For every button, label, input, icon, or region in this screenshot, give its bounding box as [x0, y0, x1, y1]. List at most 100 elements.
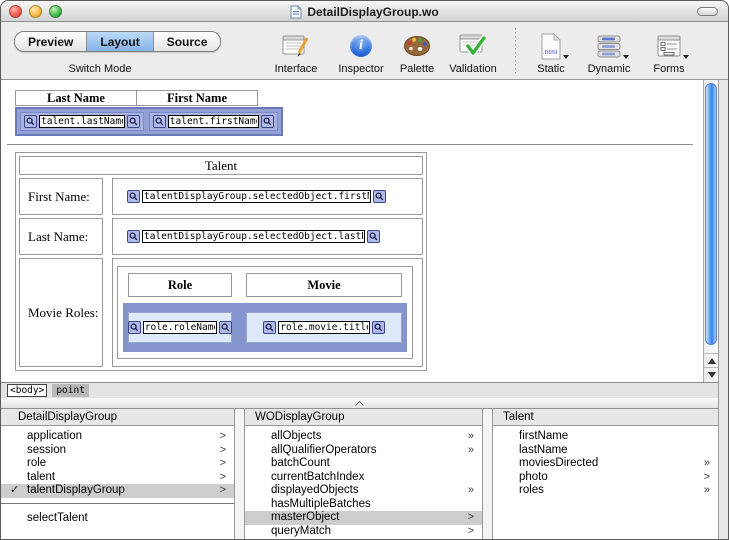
- list-item[interactable]: photo >: [493, 471, 718, 485]
- list-item[interactable]: session >: [1, 444, 234, 458]
- wostring-end-icon[interactable]: [371, 321, 385, 334]
- key-list: application > session > role > talent > ✓ tal…: [1, 426, 234, 525]
- wostring-start-icon[interactable]: [263, 321, 277, 334]
- list-item[interactable]: lastName: [493, 444, 718, 458]
- dynamic-elements-button[interactable]: Dynamic: [576, 26, 642, 78]
- svg-text:.html: .html: [543, 49, 558, 56]
- chevron-right-icon: >: [467, 511, 474, 523]
- wostring-start-icon[interactable]: [24, 115, 37, 128]
- binding-field[interactable]: [167, 115, 260, 128]
- list-item[interactable]: roles»: [493, 484, 718, 498]
- title-bar[interactable]: DetailDisplayGroup.wo: [1, 1, 728, 22]
- list-item[interactable]: role >: [1, 457, 234, 471]
- binding-field[interactable]: [142, 230, 366, 243]
- wostring-start-icon[interactable]: [127, 321, 141, 334]
- path-cursor-indicator[interactable]: point: [52, 384, 89, 397]
- column-header[interactable]: Last Name: [15, 90, 137, 106]
- key-list: firstName lastName moviesDirected» photo…: [493, 426, 718, 498]
- chevron-right-icon: >: [219, 470, 226, 483]
- toolbar-toggle-button[interactable]: [697, 7, 718, 16]
- dropdown-arrow-icon: [563, 55, 569, 59]
- wotextfield-start-icon[interactable]: [127, 190, 140, 203]
- forms-elements-button[interactable]: Forms: [642, 26, 696, 78]
- column-header[interactable]: Movie: [246, 273, 402, 297]
- interface-button[interactable]: Interface: [263, 26, 329, 78]
- roles-nested-table: Role Movie: [117, 266, 413, 359]
- list-item[interactable]: allObjects»: [245, 430, 482, 444]
- segment-preview[interactable]: Preview: [15, 32, 88, 51]
- editor-scrollbar[interactable]: [703, 80, 719, 382]
- column-header[interactable]: First Name: [136, 90, 258, 106]
- list-item[interactable]: hasMultipleBatches: [245, 498, 482, 512]
- chevron-right-icon: >: [219, 430, 226, 442]
- binding-cell[interactable]: [112, 218, 423, 255]
- field-label[interactable]: Last Name:: [19, 218, 103, 255]
- table-title[interactable]: Talent: [19, 156, 423, 175]
- list-item[interactable]: allQualifierOperators»: [245, 444, 482, 458]
- wostring-end-icon[interactable]: [219, 321, 233, 334]
- chevron-right-icon: >: [219, 484, 226, 496]
- validation-button[interactable]: Validation: [441, 26, 505, 78]
- form-row: First Name:: [19, 178, 423, 215]
- binding-field[interactable]: [142, 190, 371, 203]
- field-label[interactable]: First Name:: [19, 178, 103, 215]
- list-item[interactable]: displayedObjects»: [245, 484, 482, 498]
- scroll-up-button[interactable]: [704, 353, 719, 367]
- list-item-selected[interactable]: masterObject >: [245, 511, 482, 525]
- binding-cell[interactable]: [112, 178, 423, 215]
- segment-source[interactable]: Source: [154, 32, 221, 51]
- segment-layout[interactable]: Layout: [87, 32, 154, 51]
- panel-splitter[interactable]: [1, 398, 718, 409]
- column-divider[interactable]: [482, 409, 493, 539]
- layout-editor-canvas[interactable]: Last Name First Name Talent: [1, 80, 703, 382]
- movie-roles-cell[interactable]: Role Movie: [112, 258, 423, 367]
- list-item[interactable]: moviesDirected»: [493, 457, 718, 471]
- wotextfield-end-icon[interactable]: [372, 190, 386, 203]
- list-item[interactable]: firstName: [493, 430, 718, 444]
- binding-field[interactable]: [278, 321, 370, 334]
- binding-cell[interactable]: [148, 112, 279, 131]
- browser-column-entity: Talent firstName lastName moviesDirected…: [493, 409, 718, 539]
- selected-repetition-row[interactable]: [123, 303, 407, 352]
- artist-palette-icon: [403, 31, 431, 61]
- wostring-end-icon[interactable]: [126, 115, 140, 128]
- field-label[interactable]: Movie Roles:: [19, 258, 103, 367]
- key-list: allObjects» allQualifierOperators» batch…: [245, 426, 482, 538]
- list-item[interactable]: currentBatchIndex: [245, 471, 482, 485]
- inspector-button[interactable]: i Inspector: [329, 26, 393, 78]
- column-title: Talent: [493, 409, 718, 426]
- binding-cell[interactable]: [246, 312, 402, 343]
- list-item-selected[interactable]: ✓ talentDisplayGroup >: [1, 484, 234, 498]
- up-arrow-icon: [707, 357, 716, 364]
- list-item[interactable]: talent >: [1, 471, 234, 485]
- form-window-icon: [656, 31, 689, 61]
- binding-field[interactable]: [39, 115, 125, 128]
- scroll-down-button[interactable]: [704, 367, 719, 381]
- list-item[interactable]: application >: [1, 430, 234, 444]
- static-elements-button[interactable]: .html Static: [526, 26, 576, 78]
- binding-field[interactable]: [142, 321, 218, 334]
- chevron-right-icon: >: [703, 470, 710, 483]
- double-chevron-icon: »: [703, 484, 710, 496]
- list-item[interactable]: batchCount: [245, 457, 482, 471]
- column-title: DetailDisplayGroup: [1, 409, 234, 426]
- wostring-start-icon[interactable]: [152, 115, 166, 128]
- list-item[interactable]: selectTalent: [1, 512, 234, 526]
- column-header[interactable]: Role: [128, 273, 232, 297]
- wotextfield-end-icon[interactable]: [367, 230, 381, 243]
- info-circle-icon: i: [350, 31, 372, 61]
- path-element-body[interactable]: <body>: [7, 384, 48, 397]
- binding-cell[interactable]: [20, 112, 144, 131]
- html-document-icon: .html: [540, 31, 569, 61]
- wostring-end-icon[interactable]: [261, 115, 275, 128]
- talent-form-table: Talent First Name: Last Name: Movie: [15, 152, 427, 371]
- column-divider[interactable]: [234, 409, 245, 539]
- selected-repetition-row[interactable]: [15, 107, 284, 136]
- scrollbar-thumb[interactable]: [705, 83, 717, 345]
- binding-cell[interactable]: [127, 312, 233, 343]
- toolbar: Preview Layout Source Switch Mode Interf…: [1, 22, 728, 80]
- palette-button[interactable]: Palette: [393, 26, 441, 78]
- form-row-movie-roles: Movie Roles: Role Movie: [19, 258, 423, 367]
- list-item[interactable]: queryMatch >: [245, 525, 482, 539]
- wotextfield-start-icon[interactable]: [127, 230, 140, 243]
